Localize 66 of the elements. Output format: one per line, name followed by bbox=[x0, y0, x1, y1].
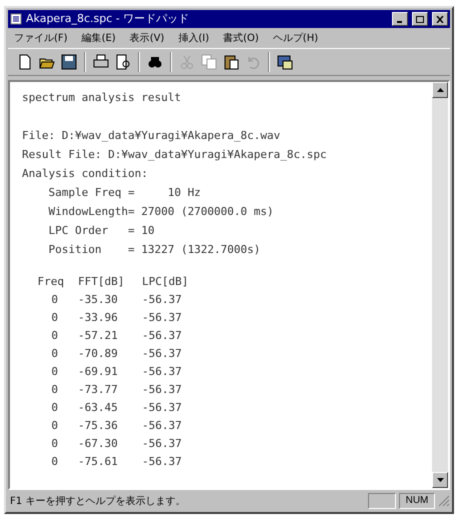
menu-item[interactable]: 編集(E) bbox=[82, 30, 116, 46]
maximize-icon bbox=[416, 16, 424, 22]
menu-item[interactable]: 挿入(I) bbox=[178, 30, 210, 46]
table-cell-text: 0 bbox=[50, 364, 59, 380]
table-cell-text: -56.37 bbox=[142, 328, 183, 344]
table-cell-text: 0 bbox=[50, 328, 59, 344]
table-cell-text: -56.37 bbox=[142, 454, 183, 470]
table-cell-text: -33.96 bbox=[78, 310, 119, 326]
close-icon bbox=[436, 16, 444, 22]
status-message: F1 キーを押すとヘルプを表示します。 bbox=[9, 494, 186, 508]
document-line: Sample Freq = 10 Hz bbox=[47, 185, 201, 201]
menu-item[interactable]: ヘルプ(H) bbox=[272, 30, 318, 46]
scroll-down-button[interactable] bbox=[432, 472, 448, 488]
document-line: Analysis condition: bbox=[22, 166, 148, 182]
copy-icon bbox=[200, 53, 218, 71]
table-cell-text: -56.37 bbox=[142, 364, 183, 380]
column-header: LPC[dB] bbox=[142, 274, 190, 290]
table-cell-text: 0 bbox=[50, 400, 59, 416]
table-cell-text: -56.37 bbox=[142, 436, 183, 452]
down-arrow-icon bbox=[436, 478, 444, 482]
document-line: WindowLength= 27000 (2700000.0 ms) bbox=[47, 204, 274, 220]
table-cell-text: -67.30 bbox=[78, 436, 119, 452]
minimize-button[interactable] bbox=[392, 12, 408, 26]
document-line: LPC Order = 10 bbox=[47, 223, 154, 239]
scroll-up-button[interactable] bbox=[432, 82, 448, 98]
table-cell-text: -57.21 bbox=[78, 328, 119, 344]
document-line: Result File: D:¥wav_data¥Yuragi¥Akapera_8c.spc bbox=[22, 147, 327, 163]
document-line: File: D:¥wav_data¥Yuragi¥Akapera_8c.wav bbox=[22, 128, 280, 144]
document-heading: spectrum analysis result bbox=[22, 90, 181, 106]
table-cell-text: 0 bbox=[50, 436, 59, 452]
up-arrow-icon bbox=[436, 88, 444, 92]
maximize-button[interactable] bbox=[412, 12, 428, 26]
table-cell-text: 0 bbox=[50, 346, 59, 362]
table-cell-text: 0 bbox=[50, 382, 59, 398]
table-cell-text: -56.37 bbox=[142, 346, 183, 362]
status-panel bbox=[368, 493, 396, 509]
column-header: Freq bbox=[36, 274, 65, 290]
menu-item[interactable]: 表示(V) bbox=[130, 30, 164, 46]
table-cell-text: -69.91 bbox=[78, 364, 119, 380]
num-lock-indicator: NUM bbox=[399, 493, 435, 509]
resize-grip-icon bbox=[438, 495, 450, 507]
table-cell-text: -56.37 bbox=[142, 400, 183, 416]
table-cell-text: 0 bbox=[50, 418, 59, 434]
table-cell-text: -56.37 bbox=[142, 418, 183, 434]
table-cell-text: -70.89 bbox=[78, 346, 119, 362]
table-cell-text: -56.37 bbox=[142, 292, 183, 308]
clipboard-icon bbox=[222, 53, 240, 71]
table-cell-text: -63.45 bbox=[78, 400, 119, 416]
scissors-icon bbox=[178, 53, 196, 71]
table-cell-text: -73.77 bbox=[78, 382, 119, 398]
table-cell-text: -56.37 bbox=[142, 382, 183, 398]
table-cell-text: -56.37 bbox=[142, 310, 183, 326]
menu-item[interactable]: 書式(O) bbox=[223, 30, 259, 46]
column-header: FFT[dB] bbox=[78, 274, 126, 290]
table-cell-text: 0 bbox=[50, 454, 59, 470]
preview-icon bbox=[114, 53, 132, 71]
table-cell-text: -75.36 bbox=[78, 418, 119, 434]
calendar-icon bbox=[276, 53, 294, 71]
table-cell-text: 0 bbox=[50, 310, 59, 326]
table-cell-text: 0 bbox=[50, 292, 59, 308]
window-title: Akapera_8c.spc - ワードパッド bbox=[26, 10, 190, 27]
table-cell-text: -35.30 bbox=[78, 292, 119, 308]
close-button[interactable] bbox=[432, 12, 448, 26]
document-line: Position = 13227 (1322.7000s) bbox=[47, 242, 260, 258]
menu-item[interactable]: ファイル(F) bbox=[14, 30, 68, 46]
table-cell-text: -75.61 bbox=[78, 454, 119, 470]
